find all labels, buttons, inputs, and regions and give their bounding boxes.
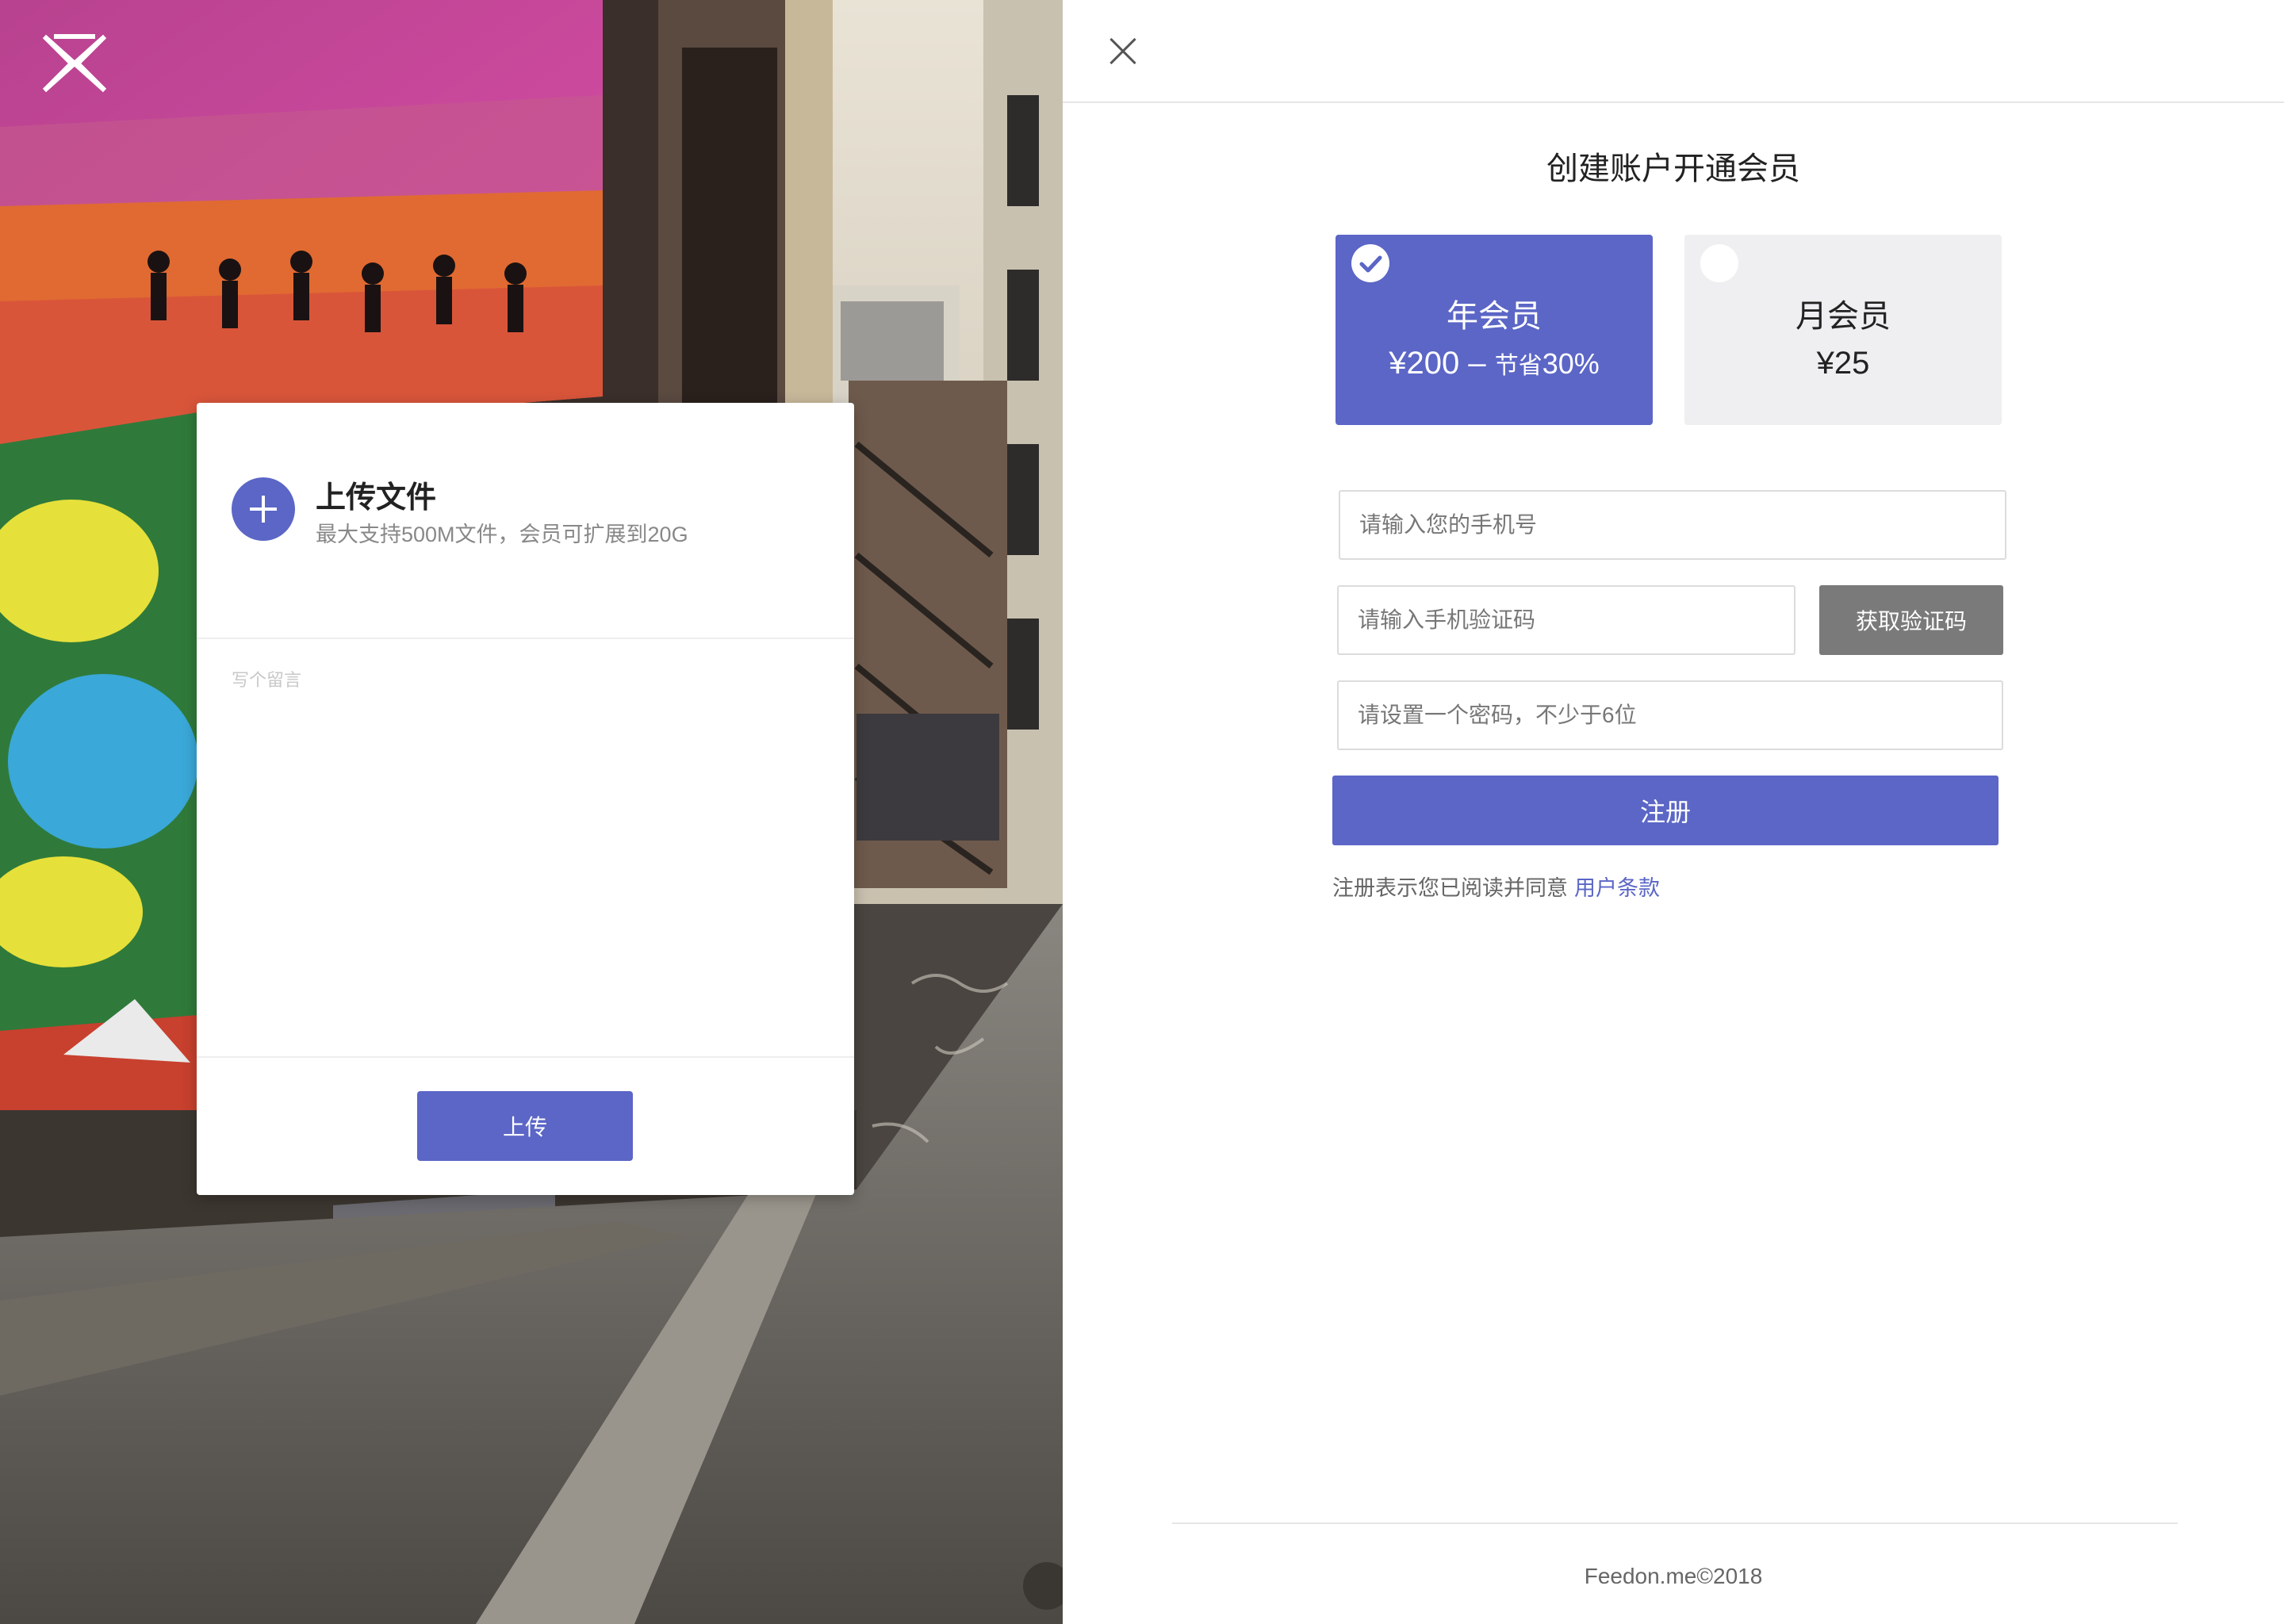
add-file-plus-icon[interactable]: [232, 477, 295, 541]
divider: [1063, 102, 2284, 103]
upload-header: 上传文件 最大支持500M文件，会员可扩展到20G: [197, 403, 854, 638]
plan-card-monthly[interactable]: 月会员 ¥25: [1684, 235, 2002, 425]
upload-card: 上传文件 最大支持500M文件，会员可扩展到20G 上传: [197, 403, 854, 1195]
upload-button[interactable]: 上传: [417, 1091, 633, 1161]
phone-input[interactable]: [1339, 490, 2006, 560]
plan-name: 月会员: [1795, 299, 1891, 334]
plan-price: ¥200 – 节省30%: [1336, 346, 1653, 381]
x-logo-icon[interactable]: [40, 33, 109, 94]
plan-price-dash: –: [1468, 346, 1486, 381]
plan-save-text: 节省: [1494, 353, 1542, 379]
register-button[interactable]: 注册: [1332, 776, 1998, 845]
verification-code-input[interactable]: [1337, 585, 1795, 655]
check-circle-icon: [1351, 244, 1389, 282]
page-title: 创建账户开通会员: [1546, 151, 1800, 186]
plan-card-yearly[interactable]: 年会员 ¥200 – 节省30%: [1336, 235, 1653, 425]
upload-title: 上传文件: [316, 481, 437, 515]
plan-save-percent: 30%: [1542, 347, 1600, 380]
agreement-text: 注册表示您已阅读并同意 用户条款: [1332, 871, 1660, 902]
plan-name: 年会员: [1447, 299, 1542, 334]
password-input[interactable]: [1337, 680, 2003, 750]
app-root: 上传文件 最大支持500M文件，会员可扩展到20G 上传 创建账户开通会员 年会…: [0, 0, 2284, 1624]
divider: [1172, 1522, 2178, 1524]
terms-link[interactable]: 用户条款: [1574, 876, 1660, 900]
get-code-button[interactable]: 获取验证码: [1819, 585, 2003, 655]
agreement-label: 注册表示您已阅读并同意: [1332, 876, 1568, 900]
radio-circle-icon: [1700, 244, 1738, 282]
plan-price: ¥25: [1816, 346, 1870, 381]
close-icon[interactable]: [1107, 35, 1139, 67]
upload-subtitle: 最大支持500M文件，会员可扩展到20G: [316, 523, 688, 546]
plan-price-value: ¥200: [1389, 346, 1460, 381]
divider: [197, 1056, 854, 1058]
signup-panel: 创建账户开通会员 年会员 ¥200 – 节省30% 月会员 ¥25 获取验证码 …: [1063, 0, 2284, 1624]
message-input[interactable]: [197, 639, 854, 1056]
footer-copyright: Feedon.me©2018: [1584, 1564, 1763, 1588]
